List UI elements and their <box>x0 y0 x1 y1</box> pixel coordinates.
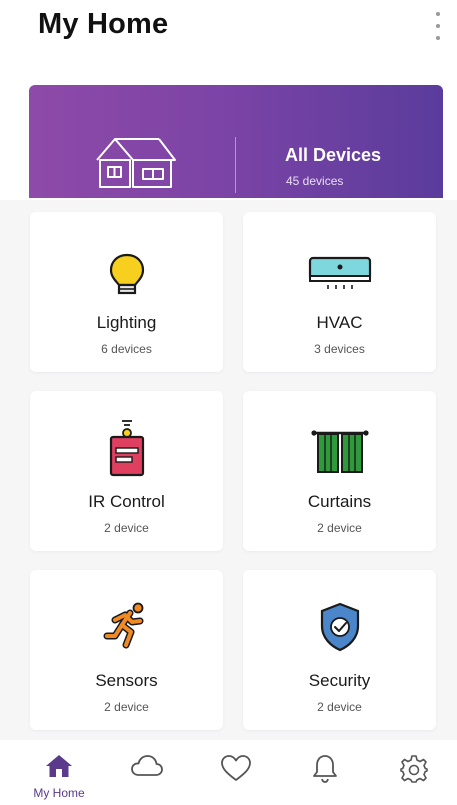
card-hvac-count: 3 devices <box>314 342 365 356</box>
app-header: My Home <box>0 0 457 60</box>
card-curtains-name: Curtains <box>307 492 372 511</box>
house-icon <box>96 138 176 188</box>
card-lighting-count: 6 devices <box>101 342 152 356</box>
card-curtains-count: 2 device <box>317 521 362 535</box>
card-sensors-count: 2 device <box>104 700 149 714</box>
all-devices-count: 45 devices <box>286 174 344 188</box>
air-conditioner-icon <box>243 256 436 306</box>
nav-favorites-tab[interactable] <box>216 754 256 794</box>
bulb-icon <box>30 252 223 302</box>
cloud-icon <box>131 755 163 776</box>
running-person-icon <box>30 602 223 652</box>
shield-check-icon <box>243 602 436 652</box>
card-ir-control[interactable]: IR Control 2 device <box>30 391 223 551</box>
card-hvac[interactable]: HVAC 3 devices <box>243 212 436 372</box>
all-devices-title: All Devices <box>285 145 382 165</box>
nav-notifications-tab[interactable] <box>305 754 345 794</box>
nav-settings-tab[interactable] <box>394 754 434 794</box>
nav-cloud-tab[interactable] <box>127 754 167 794</box>
bell-icon <box>313 755 337 783</box>
page-title: My Home <box>38 8 169 40</box>
card-lighting-name: Lighting <box>96 313 157 332</box>
heart-icon <box>221 755 251 781</box>
bottom-navigation: My Home <box>0 740 457 805</box>
nav-home-label: My Home <box>33 786 85 800</box>
gear-icon <box>400 755 428 783</box>
card-ir-control-count: 2 device <box>104 521 149 535</box>
card-lighting[interactable]: Lighting 6 devices <box>30 212 223 372</box>
card-hvac-name: HVAC <box>316 313 363 332</box>
card-security-name: Security <box>308 671 371 690</box>
ir-remote-icon <box>30 419 223 477</box>
card-ir-control-name: IR Control <box>88 492 165 511</box>
card-curtains[interactable]: Curtains 2 device <box>243 391 436 551</box>
card-sensors-name: Sensors <box>95 671 158 690</box>
card-security-count: 2 device <box>317 700 362 714</box>
home-icon <box>46 755 72 777</box>
curtains-icon <box>243 429 436 479</box>
all-devices-banner[interactable]: All Devices 45 devices <box>29 85 443 198</box>
banner-divider <box>235 137 236 193</box>
more-options-icon[interactable] <box>428 12 448 40</box>
card-sensors[interactable]: Sensors 2 device <box>30 570 223 730</box>
card-security[interactable]: Security 2 device <box>243 570 436 730</box>
